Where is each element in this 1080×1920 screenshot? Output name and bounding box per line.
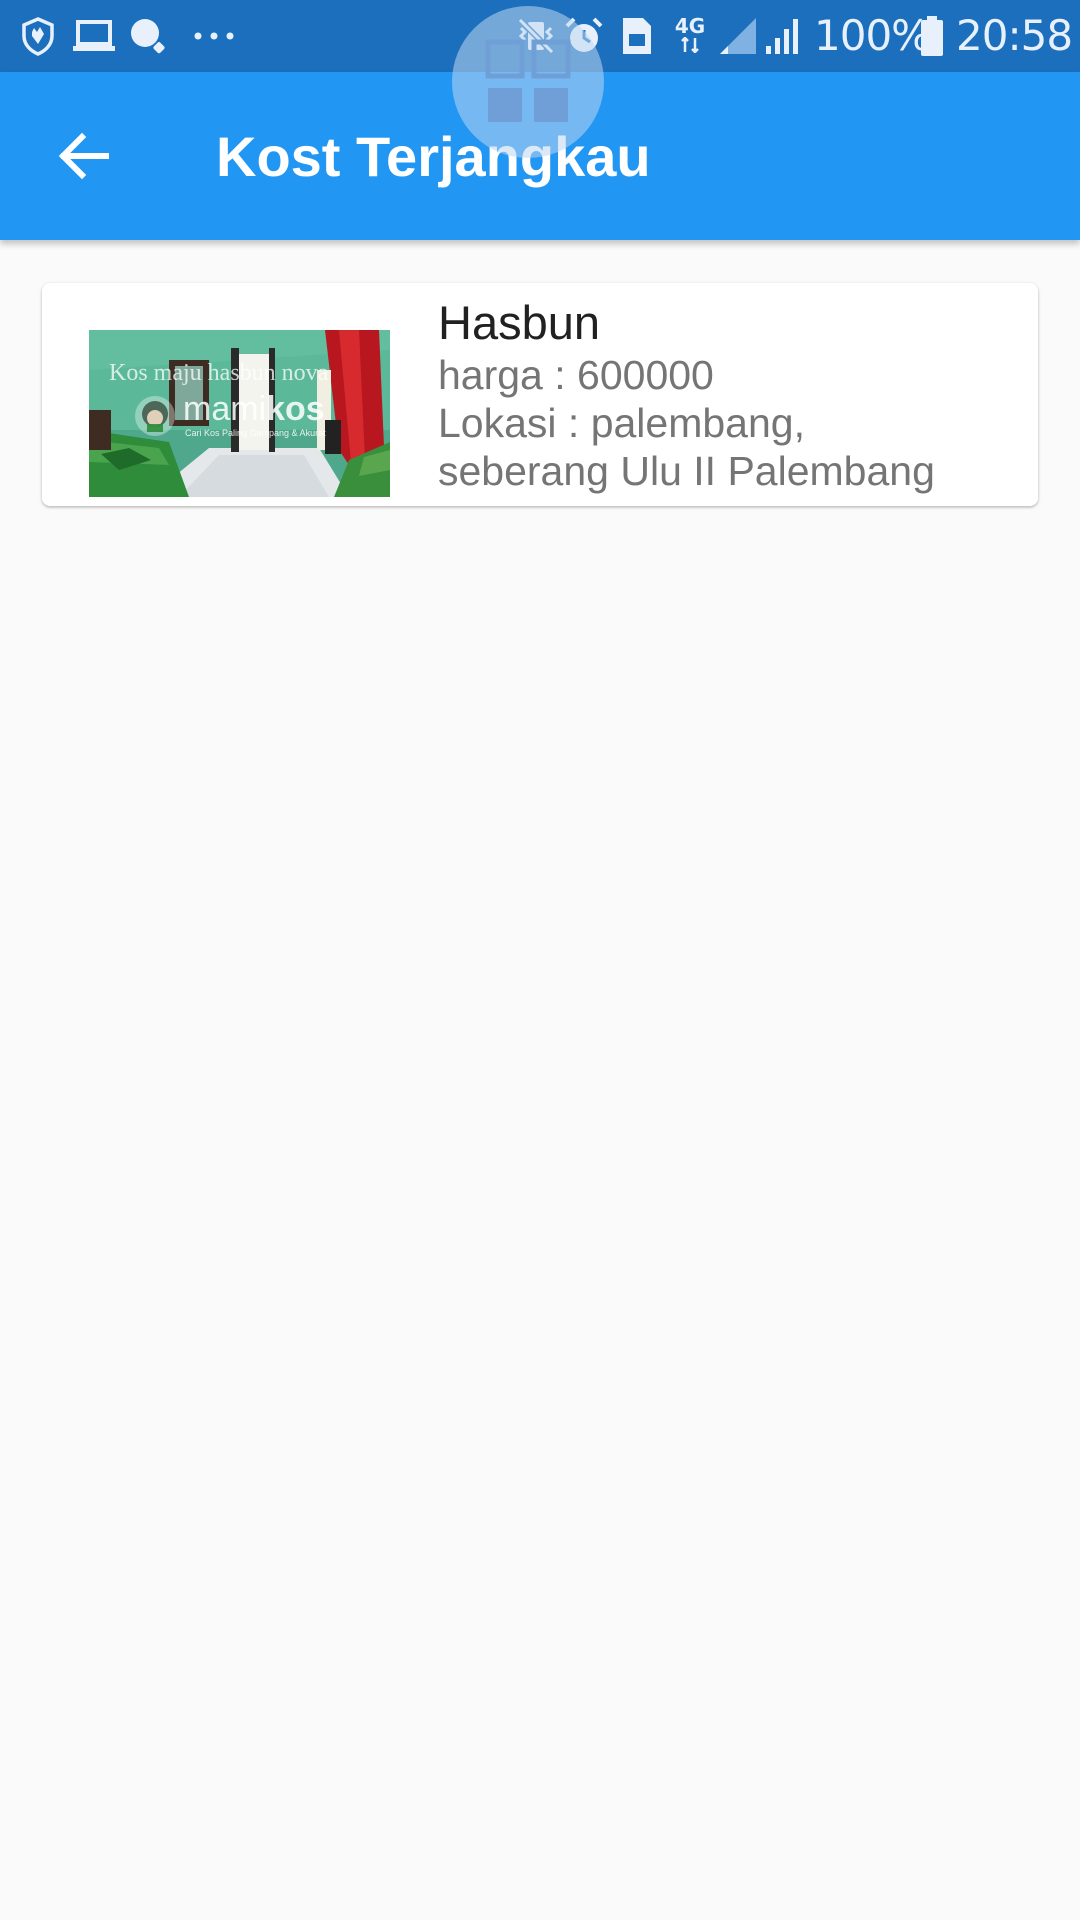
- shield-icon: [18, 14, 58, 58]
- listing-location-detail: seberang Ulu II Palembang: [438, 448, 935, 494]
- network-icon: 4G: [672, 12, 708, 56]
- photo-watermark-caption: Kos maju hasbun nova: [109, 360, 329, 386]
- listing-location: Lokasi : palembang,: [438, 400, 805, 446]
- search-icon: [128, 14, 168, 58]
- listing-name: Hasbun: [438, 296, 600, 349]
- listing-price: harga : 600000: [438, 352, 714, 398]
- signal-icon: [764, 14, 804, 58]
- page-title: Kost Terjangkau: [216, 125, 651, 188]
- photo-watermark-tagline: Cari Kos Paling Gampang & Akurat: [185, 428, 326, 438]
- listing-photo: Kos maju hasbun nova mamikos Cari Kos Pa…: [89, 330, 390, 497]
- brand-prefix: mami: [183, 390, 267, 428]
- clock: 20:58: [956, 11, 1073, 60]
- photo-watermark-brand: mamikos: [183, 390, 325, 429]
- brand-suffix: kos: [266, 390, 325, 428]
- arrow-back-icon: [58, 132, 109, 180]
- back-button[interactable]: [44, 116, 124, 196]
- more-icon: [192, 14, 236, 58]
- floating-multiwindow-button[interactable]: [452, 6, 604, 158]
- laptop-icon: [72, 14, 116, 58]
- listing-card[interactable]: Kos maju hasbun nova mamikos Cari Kos Pa…: [42, 283, 1038, 506]
- network-type: 4G: [674, 14, 706, 38]
- signal-icon: [718, 14, 758, 58]
- sim-icon: [620, 14, 654, 58]
- battery-percentage: 100%: [814, 11, 931, 60]
- battery-icon: [918, 14, 946, 58]
- grid-icon: [485, 39, 571, 122]
